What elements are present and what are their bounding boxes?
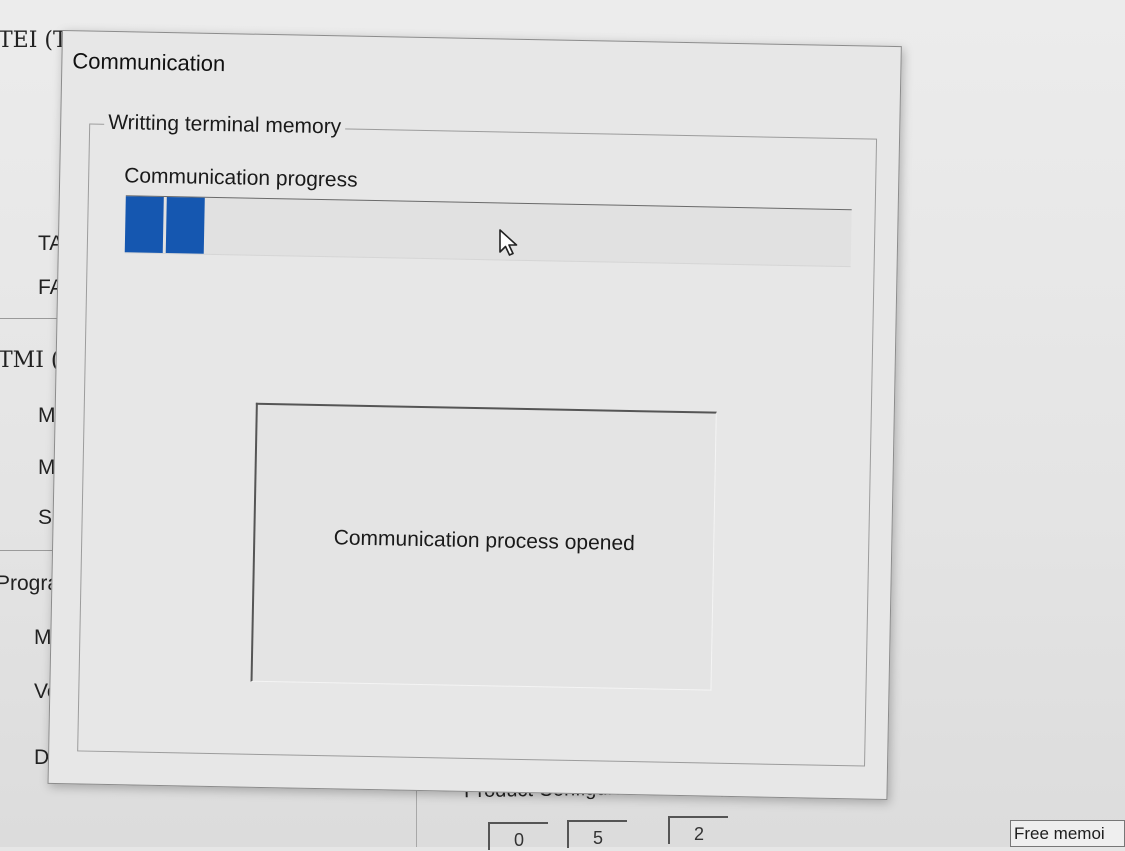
progress-block xyxy=(124,196,164,253)
section-fragment: TMI ( xyxy=(0,348,60,373)
config-box-1-value: 0 xyxy=(513,830,525,850)
status-message: Communication process opened xyxy=(333,526,636,556)
communication-dialog[interactable]: Communication Writting terminal memory C… xyxy=(47,30,902,800)
status-message-panel: Communication process opened xyxy=(250,402,717,691)
group-title: Writting terminal memory xyxy=(103,110,346,140)
free-memory-field: Free memoi xyxy=(1010,820,1125,847)
program-fragment: Progra xyxy=(0,572,60,595)
config-box-2[interactable]: 5 xyxy=(567,820,627,848)
config-box-1[interactable]: 0 xyxy=(488,822,548,850)
config-box-2-value: 5 xyxy=(592,828,604,848)
progress-block xyxy=(165,197,205,254)
config-box-3-value: 2 xyxy=(693,824,705,844)
config-box-3[interactable]: 2 xyxy=(668,816,728,844)
header-fragment: TEI (T xyxy=(0,28,68,53)
arrow-pointer-icon xyxy=(499,229,518,256)
dialog-title: Communication xyxy=(72,48,226,77)
progress-label: Communication progress xyxy=(123,164,358,192)
progress-fill xyxy=(124,196,205,254)
